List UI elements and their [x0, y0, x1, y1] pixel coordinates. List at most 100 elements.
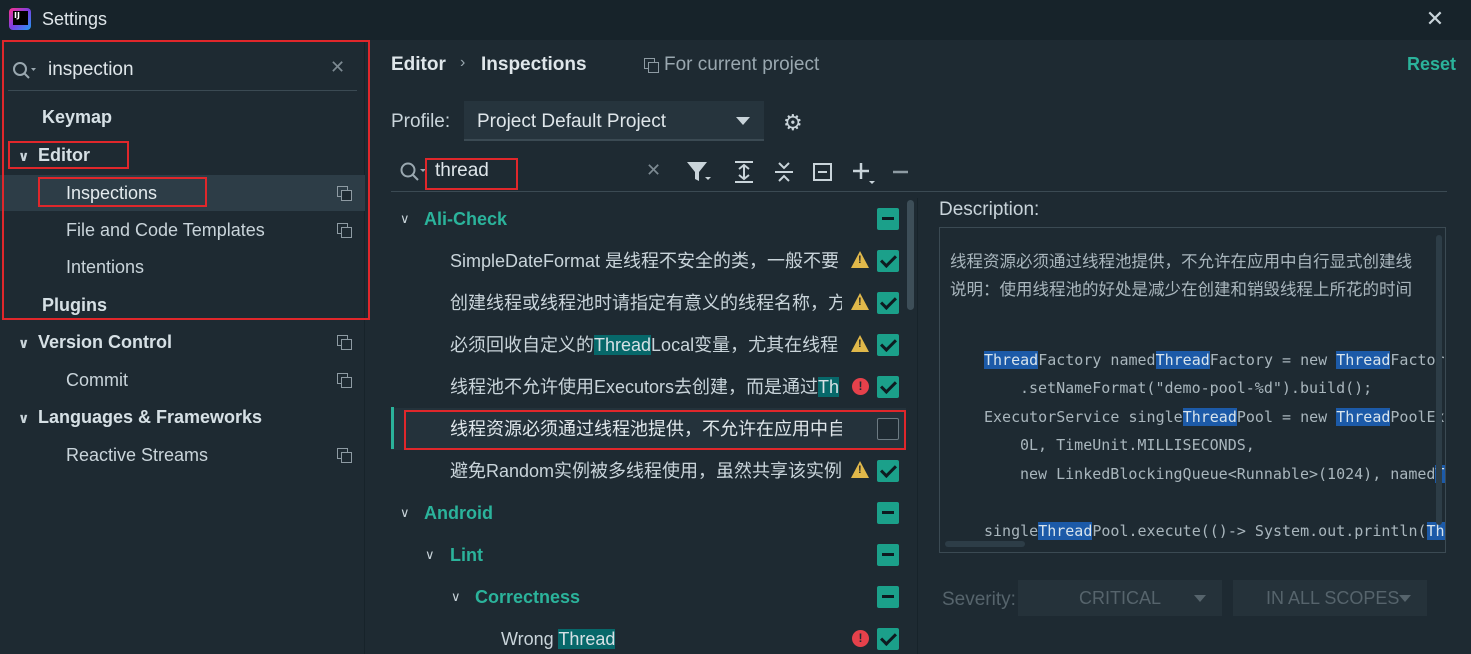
severity-label: Severity: — [942, 589, 1016, 610]
collapse-all-icon[interactable] — [772, 160, 796, 189]
inspection-row[interactable]: SimpleDateFormat 是线程不安全的类，一般不要 — [391, 240, 906, 282]
inspection-row[interactable]: 必须回收自定义的ThreadLocal变量，尤其在线程 — [391, 324, 906, 366]
inspection-checkbox[interactable] — [877, 250, 899, 272]
chevron-down-icon[interactable]: ∨ — [400, 492, 410, 534]
clear-filter-icon[interactable]: ✕ — [646, 160, 661, 181]
description-text: 线程资源必须通过线程池提供，不允许在应用中自行显式创建线 — [950, 253, 1412, 271]
sidebar-item-plugins[interactable]: Plugins — [42, 287, 107, 323]
inspection-checkbox[interactable] — [877, 376, 899, 398]
tree-group-lint[interactable]: ∨ Lint — [391, 534, 906, 576]
chevron-down-icon[interactable]: ∨ — [400, 198, 410, 240]
inspection-row[interactable]: 创建线程或线程池时请指定有意义的线程名称，方 — [391, 282, 906, 324]
chevron-right-icon: › — [460, 54, 466, 71]
group-checkbox[interactable] — [877, 544, 899, 566]
group-checkbox[interactable] — [877, 502, 899, 524]
title-bar: Settings ✕ — [0, 0, 1471, 40]
breadcrumb-inspections: Inspections — [481, 54, 587, 75]
search-icon — [399, 161, 427, 188]
breadcrumb-editor[interactable]: Editor — [391, 54, 446, 76]
filter-icon[interactable] — [686, 160, 712, 189]
inspection-checkbox[interactable] — [877, 460, 899, 482]
tree-group-android[interactable]: ∨ Android — [391, 492, 906, 534]
inspection-row[interactable]: 避免Random实例被多线程使用，虽然共享该实例 — [391, 450, 906, 492]
search-highlight: Thread — [558, 629, 616, 649]
code-line: ExecutorService singleThreadPool = new T… — [984, 408, 1445, 426]
settings-window: Settings ✕ inspection ✕ Keymap ∨Editor I… — [0, 0, 1471, 654]
selection-marker — [391, 407, 394, 449]
inspection-checkbox[interactable] — [877, 628, 899, 650]
tree-group-label: Lint — [450, 545, 483, 565]
chevron-down-icon[interactable]: ∨ — [18, 138, 38, 174]
inspection-label: 避免Random实例被多线程使用，虽然共享该实例 — [450, 461, 842, 481]
selected-row-highlight — [0, 175, 365, 211]
chevron-down-icon[interactable]: ∨ — [451, 576, 461, 618]
tree-group-ali-check[interactable]: ∨ Ali-Check — [391, 198, 906, 240]
group-checkbox[interactable] — [877, 208, 899, 230]
scope-dropdown[interactable]: IN ALL SCOPES — [1233, 580, 1427, 616]
sidebar-item-label: Languages & Frameworks — [38, 407, 263, 427]
remove-icon[interactable] — [891, 160, 911, 189]
inspection-row[interactable]: 线程池不允许使用Executors去创建，而是通过Th ! — [391, 366, 906, 408]
search-highlight: Thread — [594, 335, 652, 355]
tree-scrollbar[interactable] — [907, 200, 914, 310]
tree-group-correctness[interactable]: ∨ Correctness — [391, 576, 906, 618]
dropdown-arrow-icon — [1399, 595, 1411, 602]
project-scope-icon — [337, 335, 352, 350]
inspection-label: 线程资源必须通过线程池提供，不允许在应用中自 — [450, 419, 842, 439]
sidebar-item-editor[interactable]: ∨ Editor — [18, 137, 90, 173]
label-text: 必须回收自定义的 — [450, 335, 594, 355]
gear-icon[interactable]: ⚙ — [783, 110, 803, 136]
description-vertical-scrollbar[interactable] — [1436, 235, 1442, 525]
settings-search-input[interactable]: inspection — [48, 59, 318, 85]
inspection-checkbox[interactable] — [877, 418, 899, 440]
tree-group-label: Android — [424, 503, 493, 523]
collapse-group-icon[interactable] — [811, 160, 835, 189]
reset-link[interactable]: Reset — [1407, 54, 1456, 75]
sidebar-item-commit[interactable]: Commit — [66, 362, 128, 398]
dropdown-arrow-icon — [1194, 595, 1206, 602]
inspection-label: SimpleDateFormat 是线程不安全的类，一般不要 — [450, 251, 840, 271]
sidebar-item-file-and-code-templates[interactable]: File and Code Templates — [66, 212, 265, 248]
close-icon[interactable]: ✕ — [1423, 6, 1447, 32]
sidebar-item-keymap[interactable]: Keymap — [42, 99, 112, 135]
keyword-highlight: Thread — [1155, 351, 1210, 369]
inspection-checkbox[interactable] — [877, 334, 899, 356]
sidebar-item-intentions[interactable]: Intentions — [66, 249, 144, 285]
dropdown-arrow-icon — [736, 117, 750, 125]
scope-value: IN ALL SCOPES — [1266, 588, 1400, 608]
clear-search-icon[interactable]: ✕ — [330, 57, 345, 78]
sidebar-item-reactive-streams[interactable]: Reactive Streams — [66, 437, 208, 473]
expand-all-icon[interactable] — [732, 160, 756, 189]
profile-dropdown[interactable]: Project Default Project — [464, 101, 764, 141]
keyword-highlight: Thread — [1336, 408, 1391, 426]
sidebar-item-languages-frameworks[interactable]: ∨ Languages & Frameworks — [18, 399, 262, 435]
severity-dropdown[interactable]: CRITICAL — [1018, 580, 1222, 616]
inspection-checkbox[interactable] — [877, 292, 899, 314]
inspection-label: Wrong Thread — [501, 618, 841, 654]
sidebar-item-inspections[interactable]: Inspections — [66, 175, 157, 211]
code-text: single — [984, 522, 1039, 540]
search-icon — [12, 61, 36, 81]
code-text: Pool = new — [1236, 408, 1337, 426]
add-icon[interactable] — [851, 160, 879, 191]
label-text: 线程池不允许使用Executors去创建，而是通过 — [450, 377, 819, 397]
inspection-label: 线程池不允许使用Executors去创建，而是通过Th — [450, 366, 842, 408]
project-scope-icon — [337, 186, 352, 201]
chevron-down-icon[interactable]: ∨ — [18, 325, 38, 361]
inspection-row-selected[interactable]: 线程资源必须通过线程池提供，不允许在应用中自 — [391, 408, 906, 450]
chevron-down-icon[interactable]: ∨ — [18, 400, 38, 436]
warning-icon — [851, 335, 869, 352]
sidebar-item-version-control[interactable]: ∨ Version Control — [18, 324, 172, 360]
tree-group-label: Correctness — [475, 587, 581, 607]
keyword-highlight: Thread — [1038, 522, 1093, 540]
description-text: 说明：使用线程池的好处是减少在创建和销毁线程上所花的时间 — [950, 281, 1412, 299]
description-horizontal-scrollbar[interactable] — [945, 541, 1025, 547]
group-checkbox[interactable] — [877, 586, 899, 608]
chevron-down-icon[interactable]: ∨ — [425, 534, 435, 576]
inspection-filter[interactable]: thread ✕ — [391, 155, 671, 189]
inspection-filter-input[interactable]: thread — [435, 160, 489, 182]
inspection-row[interactable]: Wrong Thread ! — [391, 618, 906, 654]
project-scope-icon — [337, 223, 352, 238]
window-title: Settings — [42, 9, 108, 29]
settings-search[interactable]: inspection ✕ — [8, 51, 357, 91]
